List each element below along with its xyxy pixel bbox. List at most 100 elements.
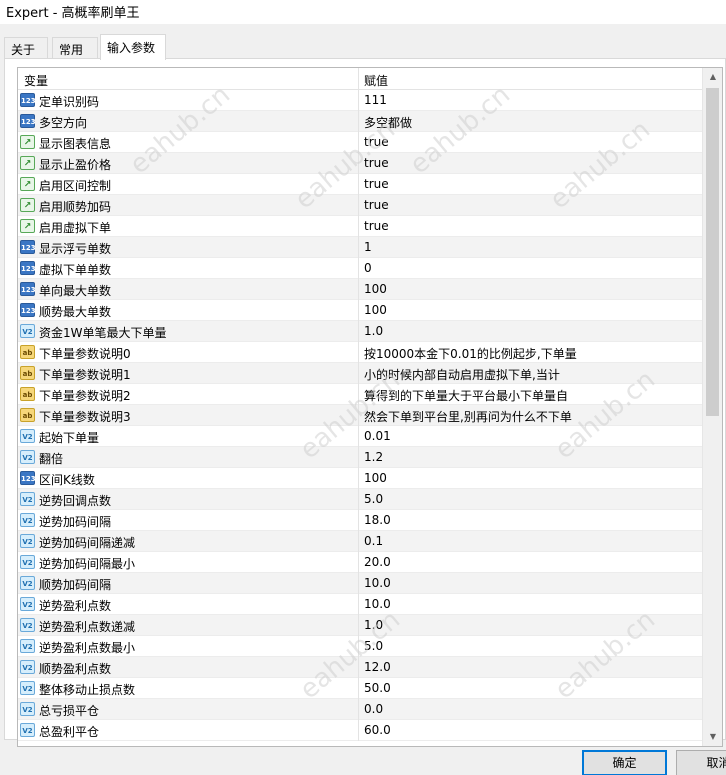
tab-common[interactable]: 常用 xyxy=(52,37,98,59)
parameter-name: 启用虚拟下单 xyxy=(39,221,112,235)
column-divider xyxy=(358,552,359,573)
header-value[interactable]: 赋值 xyxy=(364,72,388,89)
double-type-icon: V2 xyxy=(20,555,35,569)
parameter-row[interactable]: ↗ 启用虚拟下单 true xyxy=(18,216,702,237)
double-type-icon: V2 xyxy=(20,660,35,674)
parameter-value[interactable]: true xyxy=(364,219,389,233)
header-variable[interactable]: 变量 xyxy=(24,72,48,89)
parameter-row[interactable]: V2 整体移动止损点数 50.0 xyxy=(18,678,702,699)
column-divider xyxy=(358,195,359,216)
scroll-thumb[interactable] xyxy=(706,88,719,416)
parameter-value[interactable]: true xyxy=(364,156,389,170)
parameter-name: 启用区间控制 xyxy=(39,179,112,193)
parameter-value[interactable]: true xyxy=(364,198,389,212)
parameter-value[interactable]: 5.0 xyxy=(364,639,383,653)
parameter-value[interactable]: 20.0 xyxy=(364,555,391,569)
parameter-row[interactable]: 123 虚拟下单单数 0 xyxy=(18,258,702,279)
parameter-value[interactable]: 0.01 xyxy=(364,429,391,443)
parameter-row[interactable]: 123 显示浮亏单数 1 xyxy=(18,237,702,258)
parameter-value[interactable]: 60.0 xyxy=(364,723,391,737)
parameter-row[interactable]: ab 下单量参数说明3 然会下单到平台里,别再问为什么不下单 xyxy=(18,405,702,426)
parameter-row[interactable]: ↗ 启用区间控制 true xyxy=(18,174,702,195)
parameter-value[interactable]: 50.0 xyxy=(364,681,391,695)
parameter-value[interactable]: 0.1 xyxy=(364,534,383,548)
column-divider xyxy=(358,594,359,615)
vertical-scrollbar[interactable]: ▲ ▼ xyxy=(702,68,722,746)
grid-header: 变量 赋值 xyxy=(18,68,702,90)
parameter-row[interactable]: V2 翻倍 1.2 xyxy=(18,447,702,468)
parameter-row[interactable]: V2 逆势盈利点数 10.0 xyxy=(18,594,702,615)
parameter-name: 总亏损平仓 xyxy=(39,704,100,718)
parameter-row[interactable]: 123 定单识别码 111 xyxy=(18,90,702,111)
parameter-row[interactable]: V2 资金1W单笔最大下单量 1.0 xyxy=(18,321,702,342)
column-divider xyxy=(358,342,359,363)
parameter-value[interactable]: 100 xyxy=(364,471,387,485)
parameter-row[interactable]: V2 总亏损平仓 0.0 xyxy=(18,699,702,720)
tab-common-label: 常用 xyxy=(59,43,84,57)
parameter-value[interactable]: true xyxy=(364,177,389,191)
integer-type-icon: 123 xyxy=(20,261,36,275)
parameter-row[interactable]: V2 顺势加码间隔 10.0 xyxy=(18,573,702,594)
parameter-row[interactable]: V2 逆势加码间隔最小 20.0 xyxy=(18,552,702,573)
parameter-value[interactable]: 算得到的下单量大于平台最小下单量自 xyxy=(364,387,568,404)
parameter-value[interactable]: 然会下单到平台里,别再问为什么不下单 xyxy=(364,408,572,425)
parameter-value[interactable]: 111 xyxy=(364,93,387,107)
parameter-value[interactable]: 5.0 xyxy=(364,492,383,506)
parameter-value[interactable]: 1.0 xyxy=(364,324,383,338)
double-type-icon: V2 xyxy=(20,534,35,548)
parameter-row[interactable]: V2 逆势回调点数 5.0 xyxy=(18,489,702,510)
parameter-row[interactable]: V2 顺势盈利点数 12.0 xyxy=(18,657,702,678)
parameter-value[interactable]: 0 xyxy=(364,261,372,275)
parameter-name: 总盈利平仓 xyxy=(39,725,100,739)
parameter-value[interactable]: 多空都做 xyxy=(364,114,412,131)
parameter-row[interactable]: 123 区间K线数 100 xyxy=(18,468,702,489)
string-type-icon: ab xyxy=(20,345,35,359)
parameter-value[interactable]: 小的时候内部自动启用虚拟下单,当计 xyxy=(364,366,560,383)
parameter-row[interactable]: ↗ 显示图表信息 true xyxy=(18,132,702,153)
parameter-value[interactable]: 0.0 xyxy=(364,702,383,716)
parameter-value[interactable]: 18.0 xyxy=(364,513,391,527)
parameter-value[interactable]: 按10000本金下0.01的比例起步,下单量 xyxy=(364,345,577,362)
cancel-button[interactable]: 取消 xyxy=(676,750,726,775)
column-divider xyxy=(358,216,359,237)
scroll-up-arrow-icon[interactable]: ▲ xyxy=(703,68,722,86)
parameter-row[interactable]: V2 起始下单量 0.01 xyxy=(18,426,702,447)
parameter-row[interactable]: ↗ 显示止盈价格 true xyxy=(18,153,702,174)
parameter-value[interactable]: 100 xyxy=(364,303,387,317)
scroll-down-arrow-icon[interactable]: ▼ xyxy=(703,728,722,746)
parameter-value[interactable]: 12.0 xyxy=(364,660,391,674)
parameter-value[interactable]: true xyxy=(364,135,389,149)
parameter-value[interactable]: 1.2 xyxy=(364,450,383,464)
parameter-row[interactable]: ↗ 启用顺势加码 true xyxy=(18,195,702,216)
parameter-row[interactable]: 123 单向最大单数 100 xyxy=(18,279,702,300)
parameter-row[interactable]: V2 逆势盈利点数递减 1.0 xyxy=(18,615,702,636)
double-type-icon: V2 xyxy=(20,429,35,443)
parameter-row[interactable]: ab 下单量参数说明1 小的时候内部自动启用虚拟下单,当计 xyxy=(18,363,702,384)
column-divider xyxy=(358,237,359,258)
parameter-name: 资金1W单笔最大下单量 xyxy=(39,326,167,340)
column-divider xyxy=(358,384,359,405)
parameter-row[interactable]: 123 顺势最大单数 100 xyxy=(18,300,702,321)
ok-button[interactable]: 确定 xyxy=(582,750,667,775)
parameter-row[interactable]: V2 逆势加码间隔 18.0 xyxy=(18,510,702,531)
column-divider xyxy=(358,111,359,132)
parameter-row[interactable]: V2 逆势盈利点数最小 5.0 xyxy=(18,636,702,657)
parameter-row[interactable]: 123 多空方向 多空都做 xyxy=(18,111,702,132)
parameter-value[interactable]: 10.0 xyxy=(364,597,391,611)
integer-type-icon: 123 xyxy=(20,282,36,296)
parameter-value[interactable]: 1.0 xyxy=(364,618,383,632)
column-divider xyxy=(358,300,359,321)
parameter-row[interactable]: ab 下单量参数说明0 按10000本金下0.01的比例起步,下单量 xyxy=(18,342,702,363)
parameter-value[interactable]: 1 xyxy=(364,240,372,254)
tab-inputs[interactable]: 输入参数 xyxy=(100,34,166,60)
parameter-name: 逆势加码间隔递减 xyxy=(39,536,136,550)
parameter-row[interactable]: V2 逆势加码间隔递减 0.1 xyxy=(18,531,702,552)
integer-type-icon: 123 xyxy=(20,303,36,317)
parameter-row[interactable]: ab 下单量参数说明2 算得到的下单量大于平台最小下单量自 xyxy=(18,384,702,405)
header-divider[interactable] xyxy=(358,68,359,90)
parameter-value[interactable]: 10.0 xyxy=(364,576,391,590)
parameter-name: 逆势回调点数 xyxy=(39,494,112,508)
parameter-row[interactable]: V2 总盈利平仓 60.0 xyxy=(18,720,702,741)
parameter-value[interactable]: 100 xyxy=(364,282,387,296)
tab-about[interactable]: 关于 xyxy=(4,37,48,59)
